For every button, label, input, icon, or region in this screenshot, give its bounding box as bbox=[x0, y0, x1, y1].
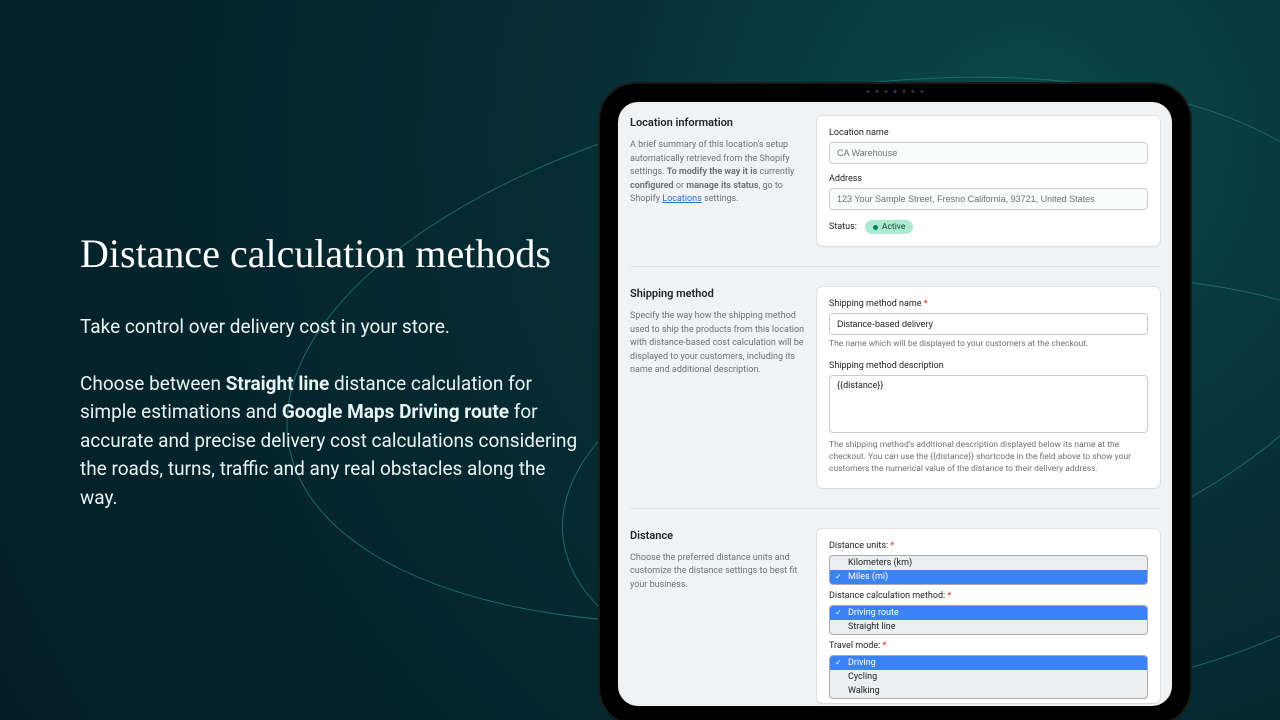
address-input bbox=[829, 188, 1148, 210]
option-straight-line[interactable]: Straight line bbox=[830, 620, 1147, 634]
section-title-location: Location information bbox=[630, 116, 805, 129]
section-location: Location information A brief summary of … bbox=[630, 116, 1160, 246]
shipping-desc-help: The shipping method's additional descrip… bbox=[829, 440, 1148, 476]
address-label: Address bbox=[829, 174, 1148, 184]
option-kilometers[interactable]: Kilometers (km) bbox=[830, 556, 1147, 570]
travel-mode-label: Travel mode: * bbox=[829, 641, 1148, 651]
option-miles[interactable]: Miles (mi) bbox=[830, 570, 1147, 584]
shipping-name-input[interactable] bbox=[829, 313, 1148, 335]
hero-title: Distance calculation methods bbox=[80, 230, 580, 277]
location-name-label: Location name bbox=[829, 128, 1148, 138]
section-desc-distance: Choose the preferred distance units and … bbox=[630, 552, 805, 593]
distance-units-label: Distance units: * bbox=[829, 541, 1148, 551]
option-cycling[interactable]: Cycling bbox=[830, 670, 1147, 684]
option-driving[interactable]: Driving bbox=[830, 656, 1147, 670]
shipping-desc-label: Shipping method description bbox=[829, 361, 1148, 371]
hero-body: Choose between Straight line distance ca… bbox=[80, 370, 580, 513]
shipping-desc-textarea[interactable] bbox=[829, 375, 1148, 433]
section-title-distance: Distance bbox=[630, 529, 805, 542]
section-distance: Distance Choose the preferred distance u… bbox=[630, 529, 1160, 703]
section-desc-location: A brief summary of this location's setup… bbox=[630, 139, 805, 207]
divider bbox=[630, 508, 1160, 509]
locations-link[interactable]: Locations bbox=[662, 194, 701, 204]
shipping-name-help: The name which will be displayed to your… bbox=[829, 339, 1148, 351]
tablet-frame: Location information A brief summary of … bbox=[600, 84, 1190, 720]
divider bbox=[630, 266, 1160, 267]
option-walking[interactable]: Walking bbox=[830, 684, 1147, 698]
shipping-name-label: Shipping method name * bbox=[829, 299, 1148, 309]
section-desc-shipping: Specify the way how the shipping method … bbox=[630, 310, 805, 378]
card-distance: Distance units: * Kilometers (km) Miles … bbox=[817, 529, 1160, 703]
card-location: Location name Address Status: Active bbox=[817, 116, 1160, 246]
option-driving-route[interactable]: Driving route bbox=[830, 606, 1147, 620]
location-name-input bbox=[829, 142, 1148, 164]
tablet-speaker bbox=[867, 90, 924, 93]
calc-method-label: Distance calculation method: * bbox=[829, 591, 1148, 601]
section-title-shipping: Shipping method bbox=[630, 287, 805, 300]
section-shipping: Shipping method Specify the way how the … bbox=[630, 287, 1160, 488]
card-shipping: Shipping method name * The name which wi… bbox=[817, 287, 1160, 488]
hero-copy: Distance calculation methods Take contro… bbox=[80, 230, 580, 540]
status-badge: Active bbox=[865, 220, 913, 234]
calc-method-select[interactable]: Driving route Straight line bbox=[829, 605, 1148, 635]
hero-subtitle: Take control over delivery cost in your … bbox=[80, 313, 580, 342]
travel-mode-select[interactable]: Driving Cycling Walking bbox=[829, 655, 1148, 699]
status-label: Status: bbox=[829, 222, 857, 232]
distance-units-select[interactable]: Kilometers (km) Miles (mi) bbox=[829, 555, 1148, 585]
app-screen: Location information A brief summary of … bbox=[618, 102, 1172, 706]
